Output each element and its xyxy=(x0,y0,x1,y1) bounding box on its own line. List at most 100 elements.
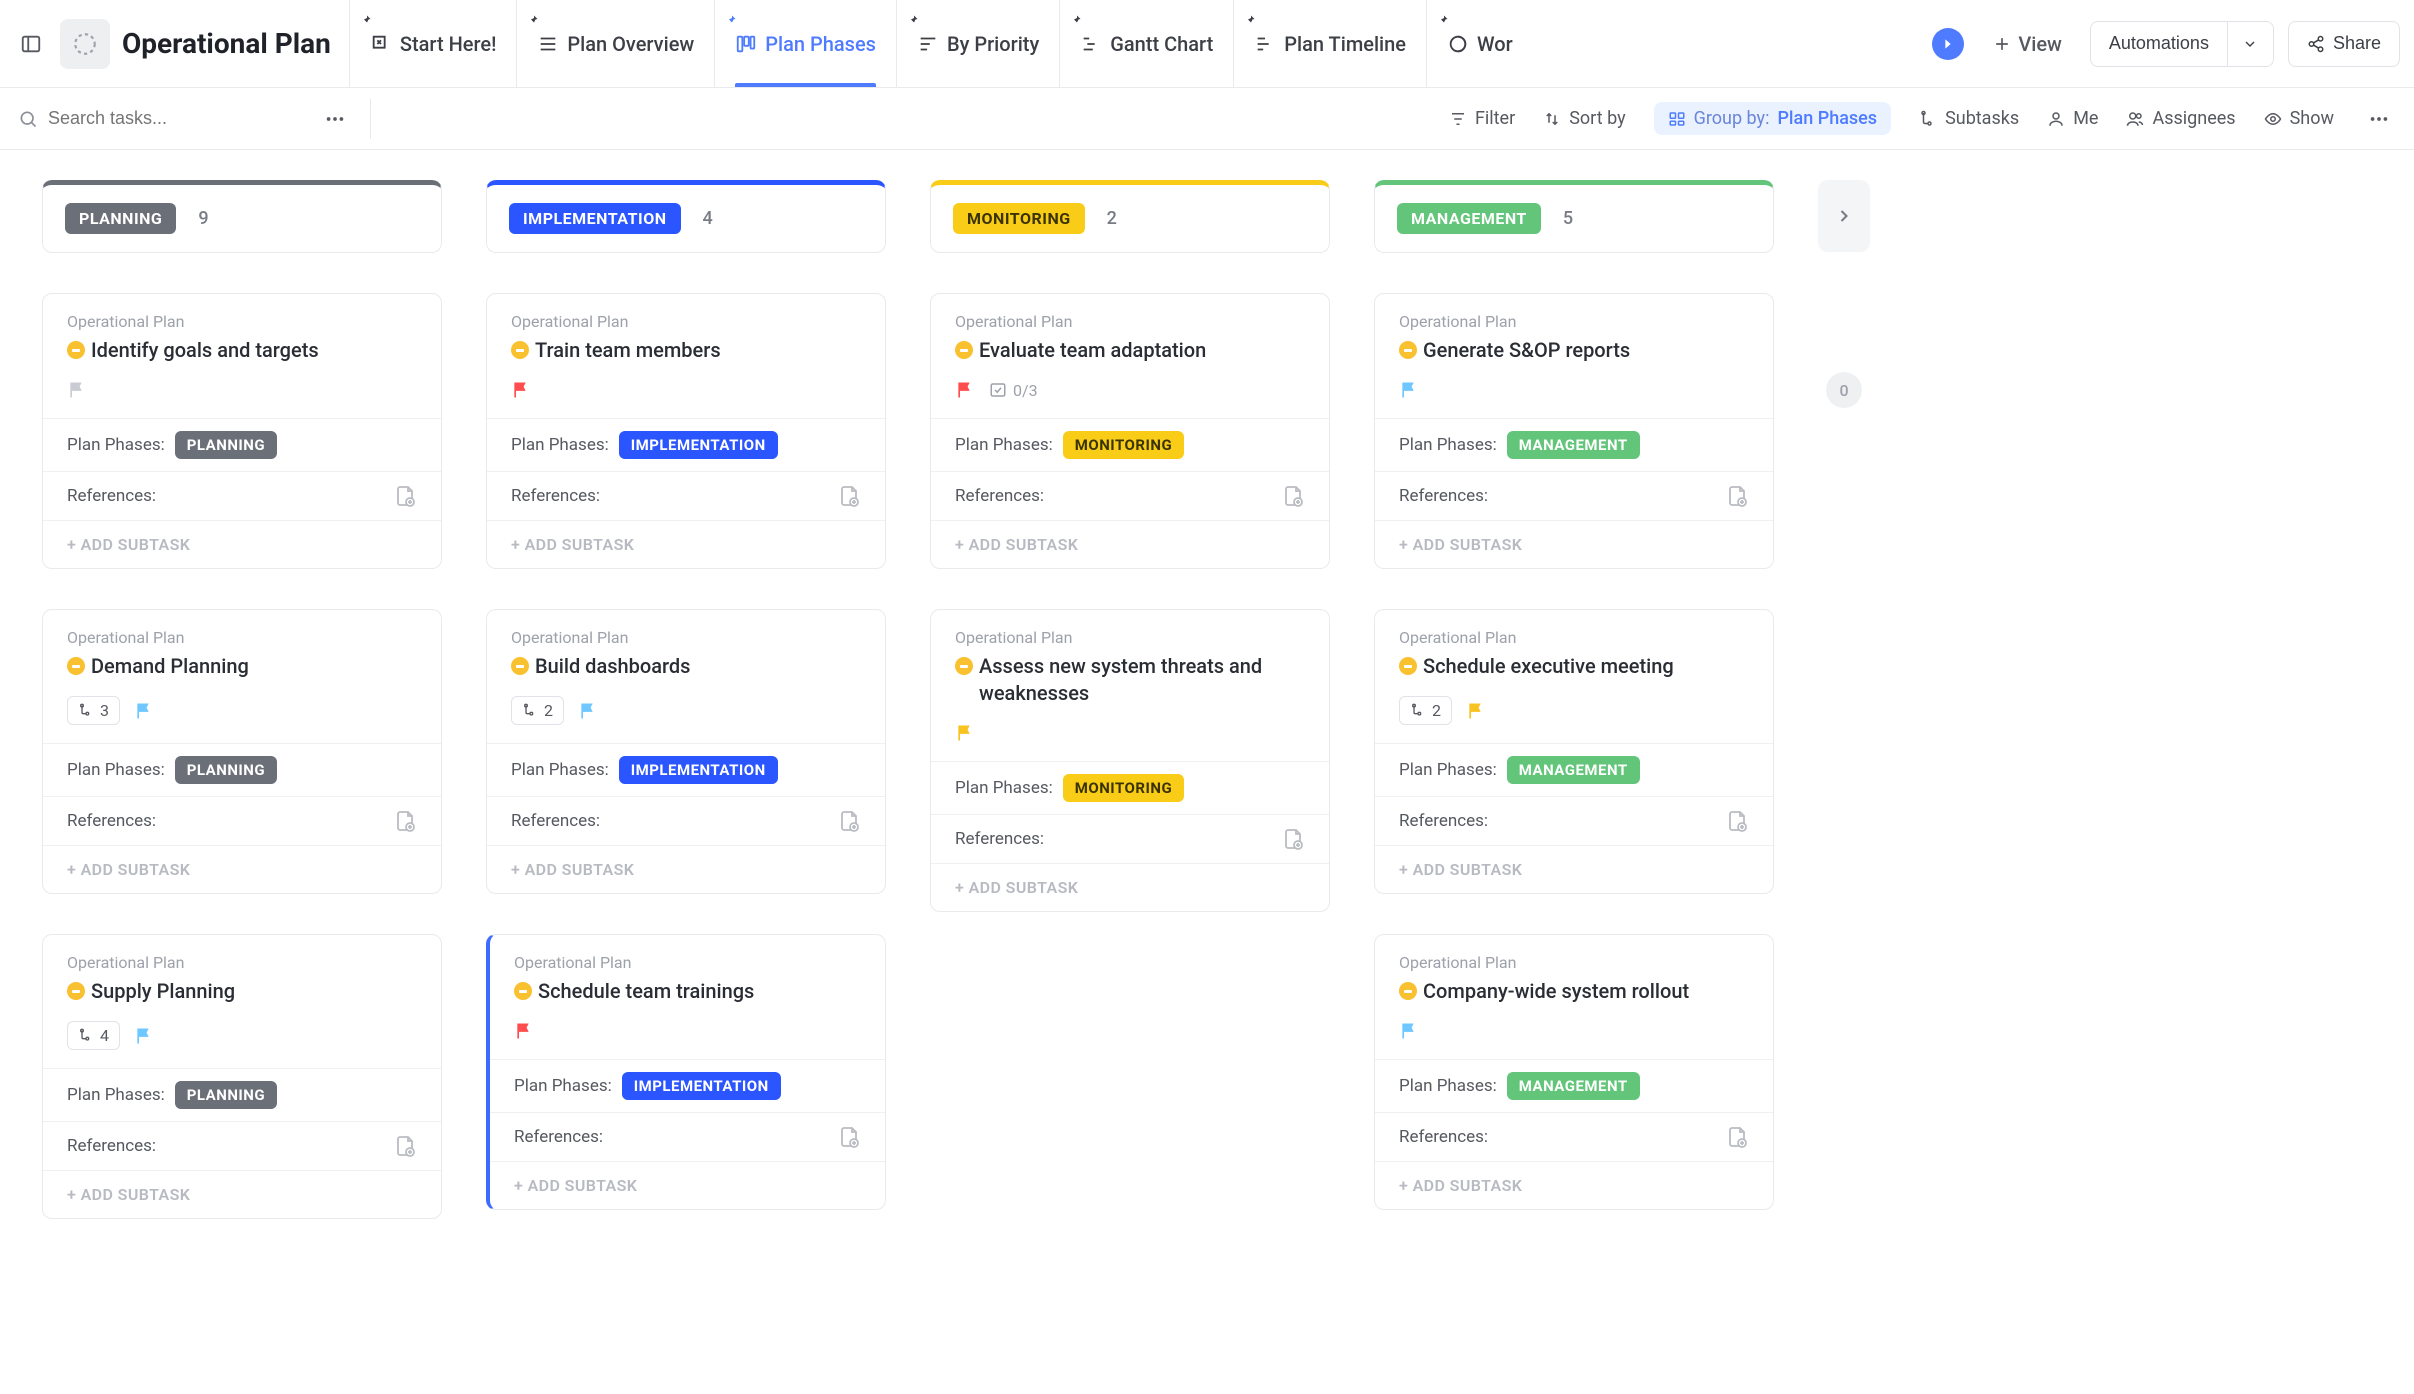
phase-tag[interactable]: IMPLEMENTATION xyxy=(619,756,778,784)
add-subtask-button[interactable]: + ADD SUBTASK xyxy=(1375,845,1773,893)
status-icon[interactable] xyxy=(955,341,973,359)
status-icon[interactable] xyxy=(67,657,85,675)
tab-plan-phases[interactable]: Plan Phases xyxy=(714,0,896,87)
priority-flag-icon[interactable] xyxy=(1399,1021,1419,1041)
status-icon[interactable] xyxy=(511,657,529,675)
status-icon[interactable] xyxy=(67,341,85,359)
priority-flag-icon[interactable] xyxy=(955,723,975,743)
phase-tag[interactable]: MANAGEMENT xyxy=(1507,756,1640,784)
task-card[interactable]: Operational PlanSupply Planning4Plan Pha… xyxy=(42,934,442,1219)
phase-tag[interactable]: PLANNING xyxy=(175,1081,277,1109)
document-add-icon[interactable] xyxy=(393,1134,417,1158)
status-icon[interactable] xyxy=(955,657,973,675)
more-search-button[interactable] xyxy=(318,102,352,136)
tab-plan-timeline[interactable]: Plan Timeline xyxy=(1233,0,1426,87)
tab-start-here-[interactable]: Start Here! xyxy=(349,0,517,87)
add-subtask-button[interactable]: + ADD SUBTASK xyxy=(1375,520,1773,568)
task-card[interactable]: Operational PlanGenerate S&OP reportsPla… xyxy=(1374,293,1774,569)
task-card[interactable]: Operational PlanAssess new system threat… xyxy=(930,609,1330,912)
add-subtask-button[interactable]: + ADD SUBTASK xyxy=(1375,1161,1773,1209)
document-add-icon[interactable] xyxy=(1725,809,1749,833)
status-icon[interactable] xyxy=(514,982,532,1000)
column-header[interactable]: PLANNING9 xyxy=(42,180,442,253)
scroll-columns-right[interactable] xyxy=(1818,180,1870,252)
document-add-icon[interactable] xyxy=(393,809,417,833)
subtask-count[interactable]: 2 xyxy=(511,696,564,725)
task-card[interactable]: Operational PlanTrain team membersPlan P… xyxy=(486,293,886,569)
task-card[interactable]: Operational PlanSchedule executive meeti… xyxy=(1374,609,1774,894)
me-button[interactable]: Me xyxy=(2047,108,2098,129)
automations-button[interactable]: Automations xyxy=(2090,21,2228,67)
priority-flag-icon[interactable] xyxy=(134,701,154,721)
status-icon[interactable] xyxy=(1399,341,1417,359)
document-add-icon[interactable] xyxy=(837,484,861,508)
task-card[interactable]: Operational PlanBuild dashboards2Plan Ph… xyxy=(486,609,886,894)
project-title[interactable]: Operational Plan xyxy=(122,27,331,60)
phase-tag[interactable]: IMPLEMENTATION xyxy=(622,1072,781,1100)
priority-flag-icon[interactable] xyxy=(67,380,87,400)
groupby-button[interactable]: Group by: Plan Phases xyxy=(1654,102,1891,135)
checklist-count[interactable]: 0/3 xyxy=(989,381,1038,400)
subtask-count[interactable]: 4 xyxy=(67,1021,120,1050)
subtask-count[interactable]: 2 xyxy=(1399,696,1452,725)
add-subtask-button[interactable]: + ADD SUBTASK xyxy=(931,863,1329,911)
automations-dropdown[interactable] xyxy=(2228,21,2274,67)
add-subtask-button[interactable]: + ADD SUBTASK xyxy=(931,520,1329,568)
assignees-button[interactable]: Assignees xyxy=(2126,108,2235,129)
tab-wor[interactable]: Wor xyxy=(1426,0,1533,87)
column-header[interactable]: IMPLEMENTATION4 xyxy=(486,180,886,253)
add-view-button[interactable]: View xyxy=(1976,32,2078,56)
priority-flag-icon[interactable] xyxy=(134,1026,154,1046)
scroll-tabs-right[interactable] xyxy=(1932,28,1964,60)
add-subtask-button[interactable]: + ADD SUBTASK xyxy=(487,845,885,893)
add-subtask-button[interactable]: + ADD SUBTASK xyxy=(43,520,441,568)
priority-flag-icon[interactable] xyxy=(1399,380,1419,400)
task-card[interactable]: Operational PlanEvaluate team adaptation… xyxy=(930,293,1330,569)
task-card[interactable]: Operational PlanDemand Planning3Plan Pha… xyxy=(42,609,442,894)
document-add-icon[interactable] xyxy=(1281,827,1305,851)
phase-tag[interactable]: MANAGEMENT xyxy=(1507,431,1640,459)
phase-tag[interactable]: MANAGEMENT xyxy=(1507,1072,1640,1100)
priority-flag-icon[interactable] xyxy=(511,380,531,400)
add-subtask-button[interactable]: + ADD SUBTASK xyxy=(487,520,885,568)
collapse-sidebar-button[interactable] xyxy=(14,27,48,61)
document-add-icon[interactable] xyxy=(837,809,861,833)
phase-tag[interactable]: MONITORING xyxy=(1063,431,1184,459)
priority-flag-icon[interactable] xyxy=(578,701,598,721)
tab-gantt-chart[interactable]: Gantt Chart xyxy=(1059,0,1233,87)
status-icon[interactable] xyxy=(1399,982,1417,1000)
add-subtask-button[interactable]: + ADD SUBTASK xyxy=(43,1170,441,1218)
document-add-icon[interactable] xyxy=(1281,484,1305,508)
tab-by-priority[interactable]: By Priority xyxy=(896,0,1059,87)
priority-flag-icon[interactable] xyxy=(955,380,975,400)
sort-button[interactable]: Sort by xyxy=(1543,108,1625,129)
document-add-icon[interactable] xyxy=(393,484,417,508)
task-card[interactable]: Operational PlanIdentify goals and targe… xyxy=(42,293,442,569)
add-subtask-button[interactable]: + ADD SUBTASK xyxy=(43,845,441,893)
priority-flag-icon[interactable] xyxy=(1466,701,1486,721)
phase-tag[interactable]: MONITORING xyxy=(1063,774,1184,802)
priority-flag-icon[interactable] xyxy=(514,1021,534,1041)
phase-tag[interactable]: IMPLEMENTATION xyxy=(619,431,778,459)
more-toolbar-button[interactable] xyxy=(2362,102,2396,136)
filter-button[interactable]: Filter xyxy=(1449,108,1515,129)
column-header[interactable]: MONITORING2 xyxy=(930,180,1330,253)
add-subtask-button[interactable]: + ADD SUBTASK xyxy=(490,1161,885,1209)
tab-plan-overview[interactable]: Plan Overview xyxy=(516,0,714,87)
column-header[interactable]: MANAGEMENT5 xyxy=(1374,180,1774,253)
show-button[interactable]: Show xyxy=(2264,108,2334,129)
search-input[interactable] xyxy=(48,108,308,129)
share-button[interactable]: Share xyxy=(2288,21,2400,67)
status-icon[interactable] xyxy=(1399,657,1417,675)
task-card[interactable]: Operational PlanCompany-wide system roll… xyxy=(1374,934,1774,1210)
document-add-icon[interactable] xyxy=(837,1125,861,1149)
phase-tag[interactable]: PLANNING xyxy=(175,431,277,459)
subtasks-button[interactable]: Subtasks xyxy=(1919,108,2019,129)
task-card[interactable]: Operational PlanSchedule team trainingsP… xyxy=(486,934,886,1210)
status-icon[interactable] xyxy=(511,341,529,359)
status-icon[interactable] xyxy=(67,982,85,1000)
document-add-icon[interactable] xyxy=(1725,484,1749,508)
document-add-icon[interactable] xyxy=(1725,1125,1749,1149)
phase-tag[interactable]: PLANNING xyxy=(175,756,277,784)
subtask-count[interactable]: 3 xyxy=(67,696,120,725)
